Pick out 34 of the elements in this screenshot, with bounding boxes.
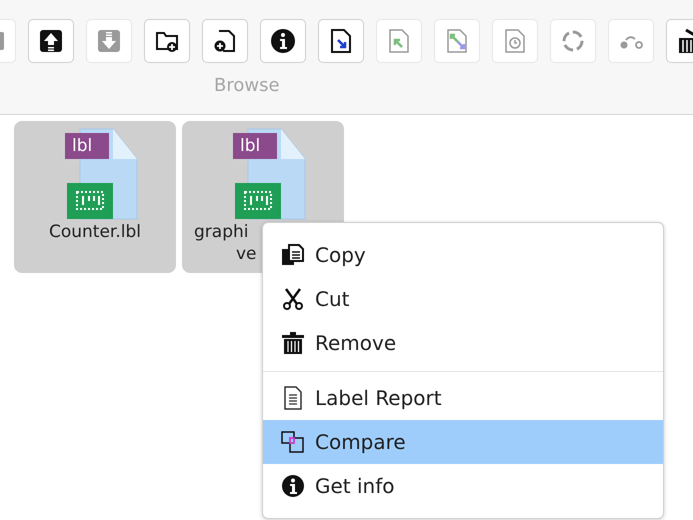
file-name: graphi: [194, 221, 248, 243]
file-type-badge: lbl: [233, 133, 277, 159]
file-tile[interactable]: lbl Counter.lbl: [14, 121, 176, 273]
menu-label: Remove: [315, 330, 396, 357]
menu-label: Get info: [315, 473, 395, 500]
toolbar-button[interactable]: [202, 19, 248, 63]
refresh-icon: [560, 28, 586, 54]
copy-icon: [281, 243, 305, 267]
upload-icon: [38, 28, 64, 54]
menu-item[interactable]: Cut: [263, 277, 663, 321]
menu-item[interactable]: Compare: [263, 420, 663, 464]
file-type-badge: lbl: [65, 133, 109, 159]
trash-icon: [281, 331, 305, 355]
menu-label: Compare: [315, 429, 406, 456]
menu-label: Cut: [315, 286, 350, 313]
toolbar-button[interactable]: [318, 19, 364, 63]
toolbar-button[interactable]: [260, 19, 306, 63]
menu-item[interactable]: Label Report: [263, 376, 663, 420]
download-icon: [96, 28, 122, 54]
menu-item[interactable]: Get info: [263, 464, 663, 508]
file-name: ve: [236, 243, 257, 265]
info-icon: [270, 28, 296, 54]
scissors-icon: [281, 287, 305, 311]
toolbar-button[interactable]: [28, 19, 74, 63]
group-label: Browse: [214, 77, 281, 95]
menu-item[interactable]: Remove: [263, 321, 663, 365]
menu-label: Label Report: [315, 385, 442, 412]
file-arrow-icon: [328, 28, 354, 54]
file-name: Counter.lbl: [48, 221, 141, 243]
compare-icon: [281, 430, 305, 454]
info-icon: [281, 474, 305, 498]
file-plus-icon: [212, 28, 238, 54]
menu-item[interactable]: Copy: [263, 233, 663, 277]
toolbar-button[interactable]: [144, 19, 190, 63]
